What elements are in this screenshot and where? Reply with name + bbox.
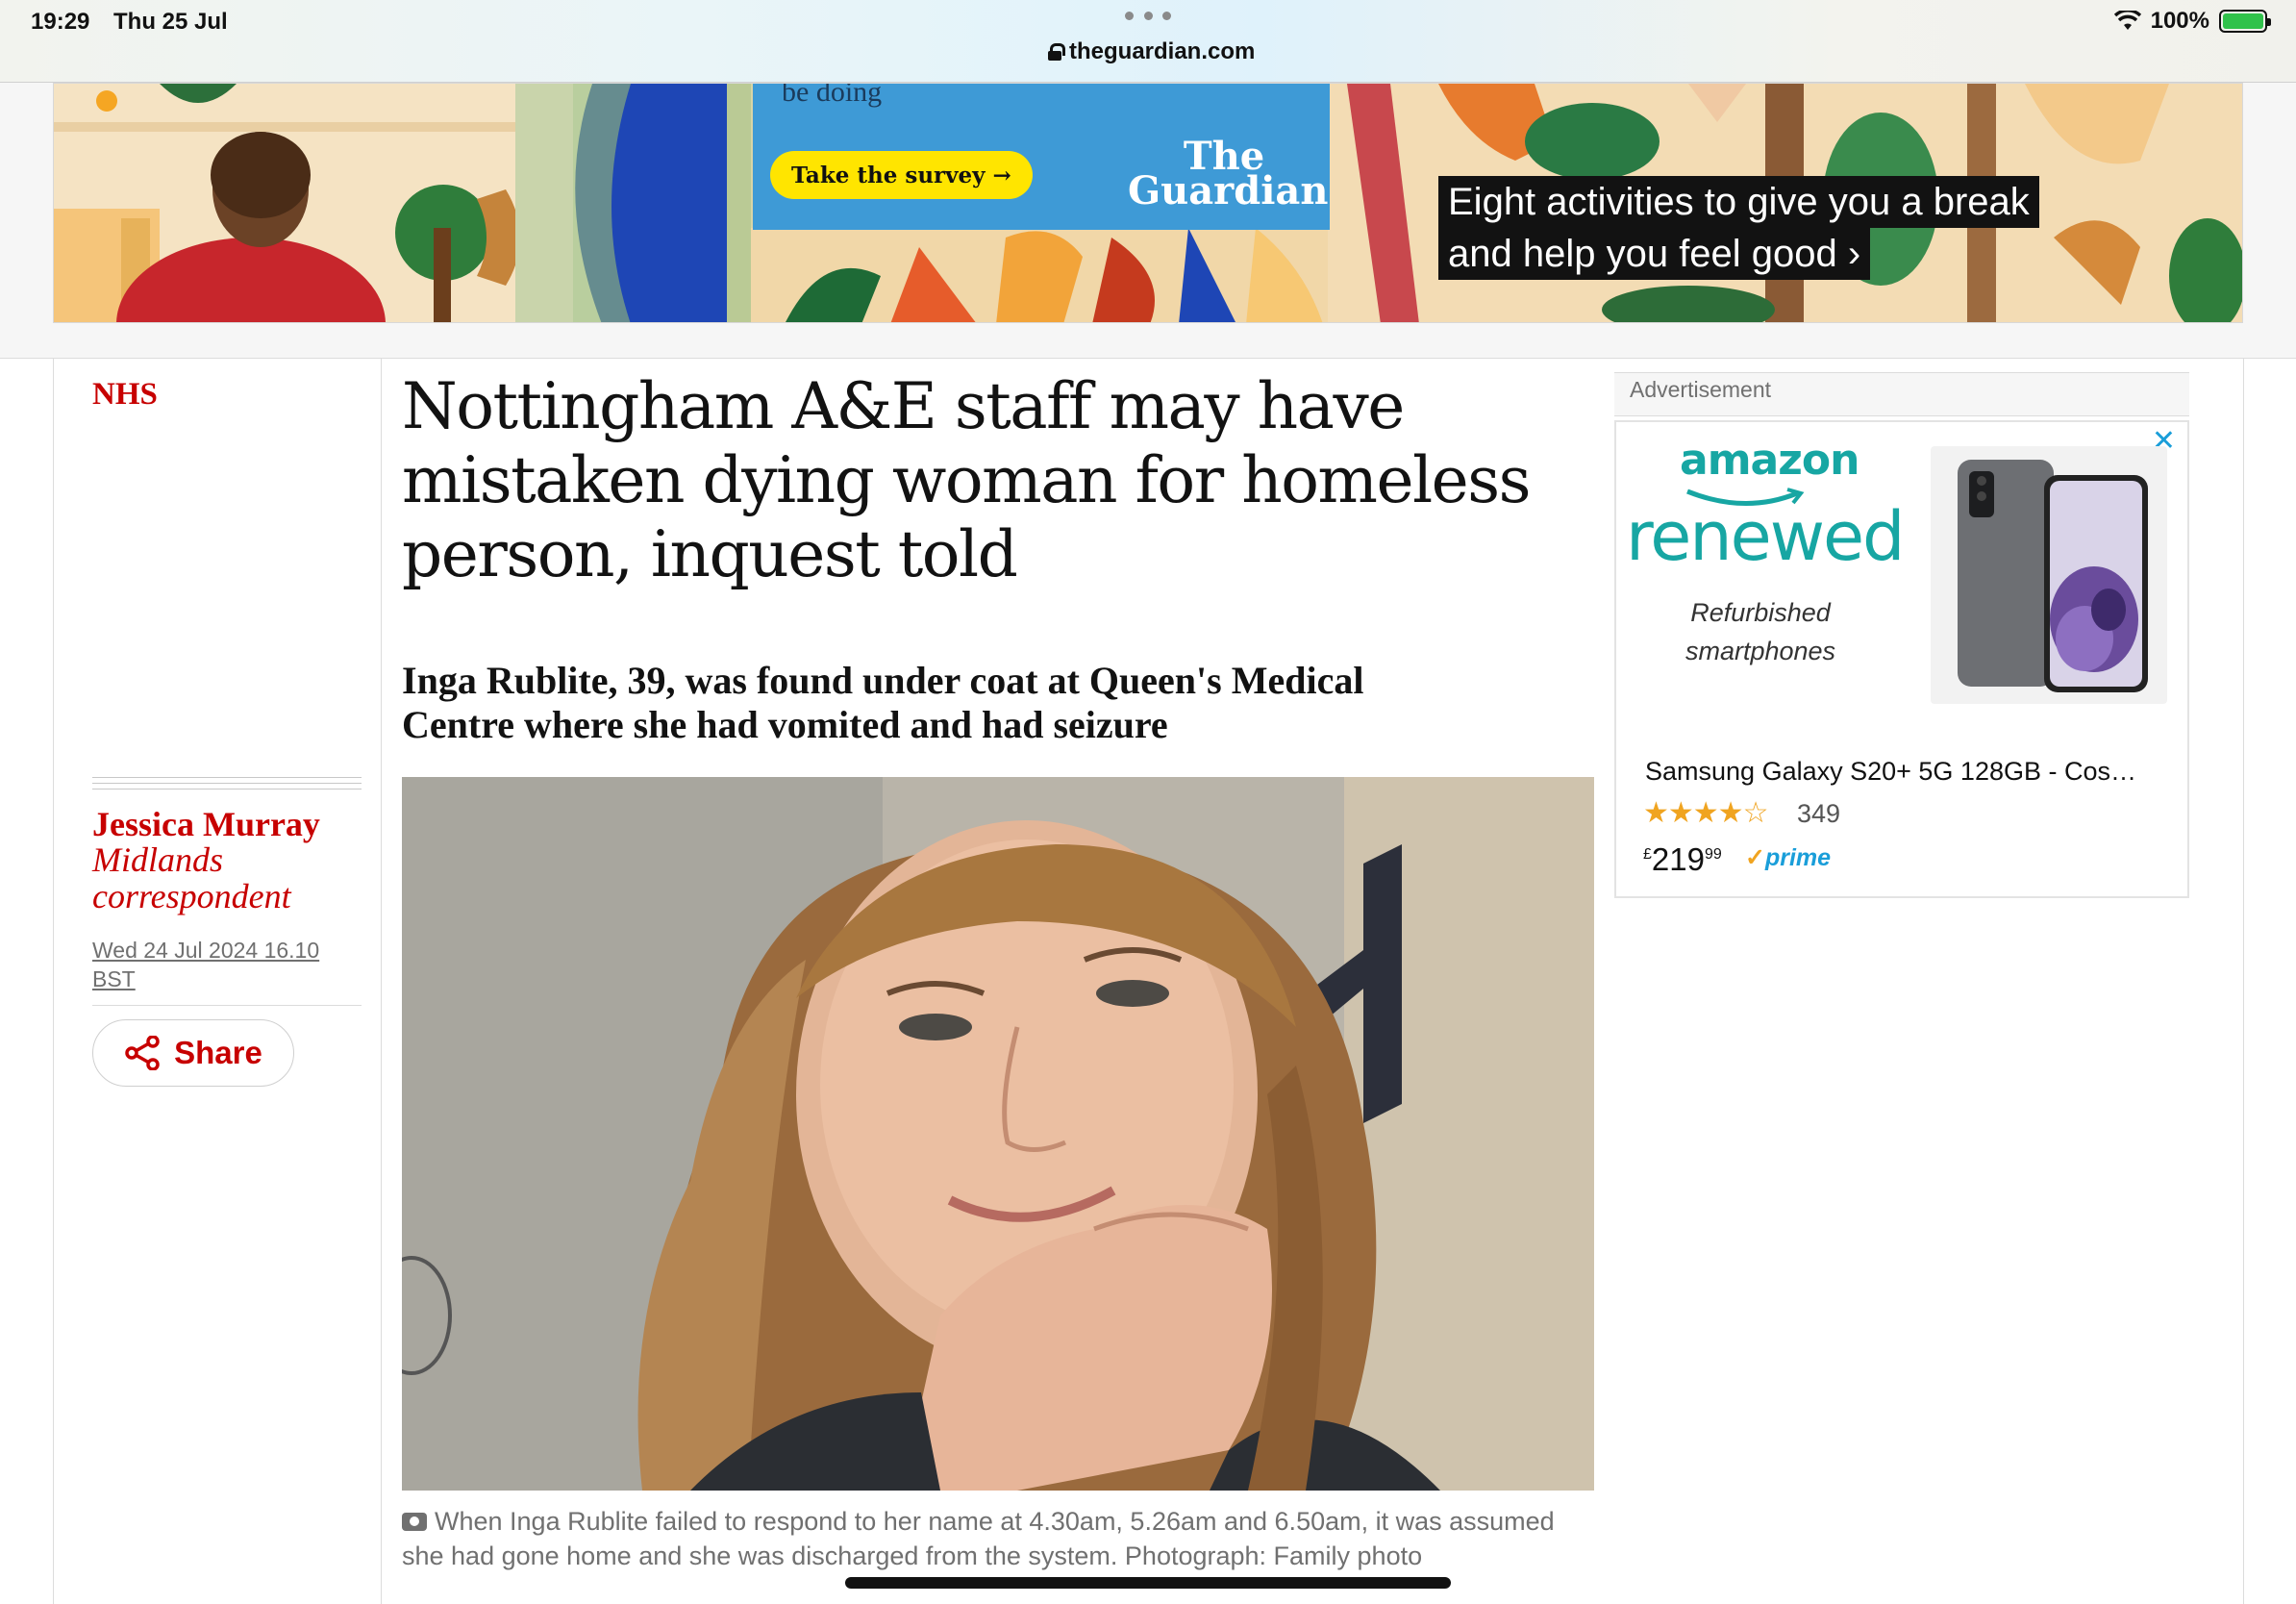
price-pence: 99 (1704, 846, 1722, 863)
caption-text: When Inga Rublite failed to respond to h… (402, 1507, 1555, 1570)
top-ad-banner[interactable]: be doing Take the survey → The Guardian … (53, 83, 2243, 323)
product-title[interactable]: Samsung Galaxy S20+ 5G 128GB - Cos… (1645, 757, 2136, 787)
address-bar[interactable]: theguardian.com (1048, 38, 1279, 65)
status-date: Thu 25 Jul (113, 9, 228, 35)
ad-tagline: Refurbished smartphones (1685, 598, 1836, 665)
prime-badge: ✓prime (1745, 844, 1832, 871)
prime-label: prime (1764, 844, 1832, 871)
column-divider (381, 359, 382, 1604)
logo-line-2: Guardian (1128, 168, 1329, 213)
phone-icon (1958, 460, 2148, 692)
share-label: Share (174, 1035, 262, 1070)
column-divider (53, 359, 54, 1604)
banner-headline-line-2: and help you feel good › (1438, 228, 1871, 280)
photo-caption: When Inga Rublite failed to respond to h… (402, 1504, 1594, 1573)
multitasking-dots-icon[interactable] (1125, 12, 1171, 21)
status-indicators: 100% (2113, 8, 2271, 35)
renewed-wordmark: renewed (1626, 497, 1905, 576)
survey-poster: be doing Take the survey → The Guardian (753, 84, 1330, 230)
rating-count: 349 (1797, 799, 1841, 828)
lock-icon (1048, 43, 1065, 61)
camera-icon (402, 1513, 427, 1531)
wifi-icon (2113, 11, 2141, 30)
share-button[interactable]: Share (92, 1019, 294, 1087)
product-price: £21999 (1643, 841, 1722, 878)
meta-divider (92, 1005, 362, 1006)
advertisement-label-bar: Advertisement (1614, 372, 2189, 416)
amazon-advert[interactable]: ✕ amazon renewed Refurbished smartphones… (1614, 420, 2189, 898)
banner-headline-link[interactable]: Eight activities to give you a break and… (1438, 176, 2039, 280)
guardian-logo: The Guardian (1128, 138, 1329, 213)
battery-percent: 100% (2150, 8, 2209, 34)
url-text: theguardian.com (1069, 38, 1256, 64)
price-main: 219 (1651, 841, 1705, 877)
rating-stars: ★★★★☆ (1643, 797, 1768, 829)
meta-rules (92, 777, 362, 794)
poster-text: be doing (782, 83, 883, 108)
home-indicator[interactable] (845, 1577, 1451, 1589)
column-divider (2243, 359, 2244, 1604)
banner-headline-line-1: Eight activities to give you a break (1438, 176, 2039, 228)
battery-icon (2219, 10, 2271, 33)
share-icon (125, 1036, 160, 1070)
portrait-illustration (402, 777, 1594, 1491)
take-survey-button[interactable]: Take the survey → (770, 151, 1033, 199)
browser-status-bar: 19:29 Thu 25 Jul theguardian.com 100% (0, 0, 2296, 83)
author-role: Midlands correspondent (92, 840, 291, 915)
author-link[interactable]: Jessica Murray (92, 804, 320, 844)
main-photo[interactable] (402, 777, 1594, 1491)
article-standfirst: Inga Rublite, 39, was found under coat a… (402, 659, 1364, 746)
product-image (1931, 446, 2167, 704)
publish-date[interactable]: Wed 24 Jul 2024 16.10 BST (92, 936, 352, 993)
advertisement-label: Advertisement (1630, 377, 1772, 402)
section-tag-link[interactable]: NHS (92, 377, 158, 413)
amazon-logo: amazon (1680, 436, 1859, 485)
article-headline: Nottingham A&E staff may have mistaken d… (402, 369, 1531, 591)
price-currency: £ (1643, 846, 1652, 863)
status-time: 19:29 (31, 9, 90, 35)
